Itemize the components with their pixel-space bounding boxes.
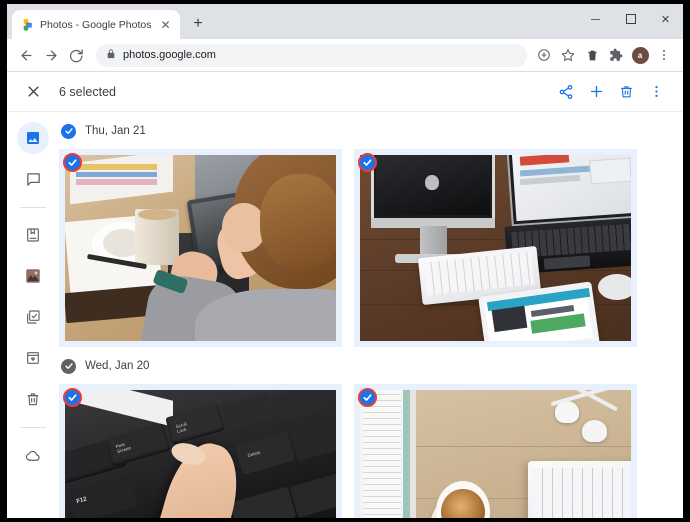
- back-icon[interactable]: [14, 43, 39, 68]
- google-photos-pinwheel-icon: [19, 18, 33, 32]
- forward-icon[interactable]: [39, 43, 64, 68]
- photo-thumbnail: [360, 390, 631, 518]
- chrome-menu-icon[interactable]: [652, 43, 676, 67]
- tab-close-icon[interactable]: ✕: [158, 17, 173, 32]
- photo-thumbnail: [360, 155, 631, 341]
- photo-row: [59, 149, 671, 347]
- reload-icon[interactable]: [64, 43, 89, 68]
- photo-person-holding-phone[interactable]: [59, 149, 342, 347]
- selection-count-label: 6 selected: [59, 84, 116, 99]
- browser-toolbar: photos.google.com a: [7, 39, 683, 72]
- share-button[interactable]: [551, 77, 581, 107]
- selection-header: 6 selected: [7, 72, 683, 112]
- photo-selected-checkbox[interactable]: [358, 388, 377, 407]
- share-page-icon[interactable]: [532, 43, 556, 67]
- sidebar-item-archive[interactable]: [17, 342, 49, 374]
- sidebar-item-storage[interactable]: [17, 439, 49, 471]
- photo-selected-checkbox[interactable]: [63, 153, 82, 172]
- photo-row: PrintScreen F12 Insert Delete ScrollLock…: [59, 384, 671, 518]
- sidebar-item-trash[interactable]: [17, 383, 49, 415]
- photo-selected-checkbox[interactable]: [63, 388, 82, 407]
- photo-grid: Thu, Jan 21 Wed, Jan 20 Print Screen F12…: [59, 112, 683, 518]
- sidebar-divider-2: [20, 427, 46, 428]
- photo-thumbnail: [65, 155, 336, 341]
- add-to-button[interactable]: [581, 77, 611, 107]
- window-controls: ✕: [578, 4, 683, 34]
- extensions-puzzle-icon[interactable]: [604, 43, 628, 67]
- new-tab-button[interactable]: +: [185, 11, 211, 37]
- photo-coffee-notebook-earbuds-keyboard[interactable]: [354, 384, 637, 518]
- more-options-button[interactable]: [641, 77, 671, 107]
- lock-icon: [106, 46, 116, 64]
- date-group-header: Thu, Jan 21: [61, 117, 671, 145]
- photo-finger-pressing-print-screen[interactable]: PrintScreen F12 Insert Delete ScrollLock…: [59, 384, 342, 518]
- sidebar-item-photos[interactable]: [17, 122, 49, 154]
- window-maximize-button[interactable]: [613, 4, 648, 34]
- tab-title: Photos - Google Photos: [40, 18, 152, 31]
- date-label: Thu, Jan 21: [85, 125, 146, 137]
- profile-avatar[interactable]: a: [628, 43, 652, 67]
- date-group-header: Wed, Jan 20: [61, 352, 671, 380]
- sidebar-item-print-store[interactable]: [17, 219, 49, 251]
- window-close-button[interactable]: ✕: [648, 4, 683, 34]
- browser-tab-photos[interactable]: Photos - Google Photos ✕: [12, 10, 180, 39]
- sidebar-item-albums[interactable]: [17, 301, 49, 333]
- photo-thumbnail: PrintScreen F12 Insert Delete ScrollLock…: [65, 390, 336, 518]
- photo-imac-laptop-ipad-desk[interactable]: [354, 149, 637, 347]
- bookmark-star-icon[interactable]: [556, 43, 580, 67]
- delete-browsing-icon[interactable]: [580, 43, 604, 67]
- sidebar-divider: [20, 207, 46, 208]
- sidebar-item-sharing[interactable]: [17, 163, 49, 195]
- address-bar[interactable]: photos.google.com: [96, 43, 527, 67]
- tab-strip: Photos - Google Photos ✕ + ✕: [7, 4, 683, 39]
- avatar-initial: a: [631, 46, 649, 64]
- delete-button[interactable]: [611, 77, 641, 107]
- photo-selected-checkbox[interactable]: [358, 153, 377, 172]
- url-text: photos.google.com: [123, 49, 216, 61]
- sidebar: [7, 112, 59, 518]
- date-label: Wed, Jan 20: [85, 360, 150, 372]
- browser-window: Photos - Google Photos ✕ + ✕ photos.goog…: [7, 4, 683, 518]
- window-minimize-button[interactable]: [578, 4, 613, 34]
- select-day-checkbox[interactable]: [61, 358, 76, 374]
- sidebar-item-favorites[interactable]: [17, 260, 49, 292]
- app-body: Thu, Jan 21 Wed, Jan 20 Print Screen F12…: [7, 112, 683, 518]
- exit-selection-icon[interactable]: [19, 78, 47, 106]
- select-day-checkbox[interactable]: [61, 123, 76, 139]
